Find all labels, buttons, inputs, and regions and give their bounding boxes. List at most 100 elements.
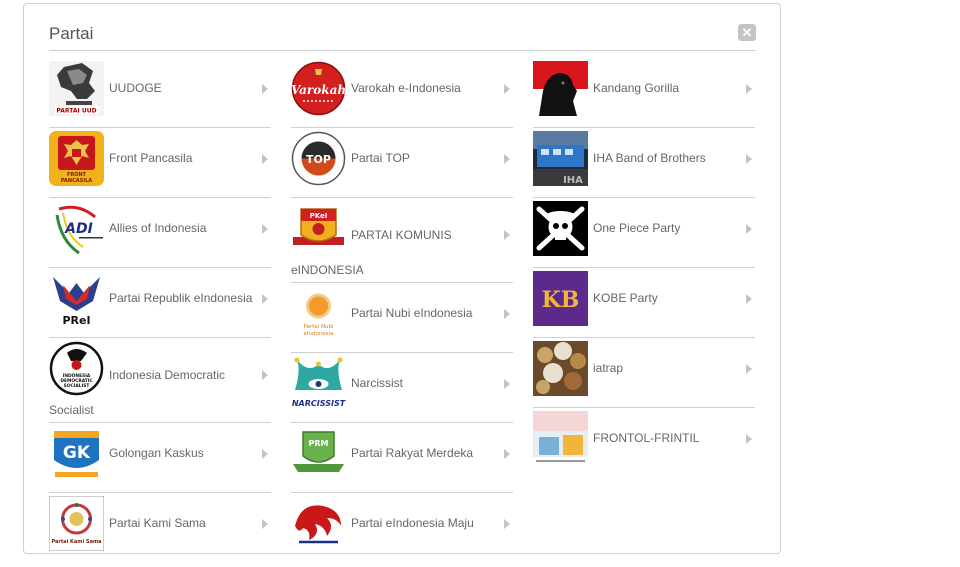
svg-text:PARTAI UUD: PARTAI UUD (56, 108, 96, 115)
chevron-right-icon (262, 519, 268, 529)
kandang-gorilla-logo-icon (533, 61, 588, 116)
party-column-2: Varokah Varokah e-Indonesia TOP Partai T… (291, 58, 513, 563)
close-button[interactable]: ✕ (738, 24, 756, 41)
party-label: Partai Rakyat Merdeka (351, 446, 474, 460)
party-label: KOBE Party (593, 291, 658, 305)
svg-text:eIndonesia: eIndonesia (304, 331, 334, 337)
party-item-iatrap[interactable]: iatrap (533, 338, 755, 408)
iatrap-logo-icon (533, 341, 588, 396)
chevron-right-icon (262, 370, 268, 380)
party-item-partai-rakyat-merdeka[interactable]: PRM Partai Rakyat Merdeka (291, 423, 513, 493)
party-label: iatrap (593, 361, 624, 375)
front-pancasila-logo-icon: FRONT PANCASILA (49, 131, 104, 186)
chevron-right-icon (504, 84, 510, 94)
partai-kami-sama-logo-icon: Partai Kami Sama (49, 496, 104, 551)
chevron-right-icon (504, 449, 510, 459)
narcissist-logo-icon: NARCISSIST (291, 356, 346, 411)
partai-nubi-logo-icon: Partai Nubi eIndonesia (291, 286, 346, 341)
party-label: Front Pancasila (109, 151, 193, 165)
svg-text:PRM: PRM (309, 439, 329, 448)
chevron-right-icon (504, 309, 510, 319)
svg-text:Partai Kami Sama: Partai Kami Sama (51, 539, 101, 545)
chevron-right-icon (504, 519, 510, 529)
chevron-right-icon (746, 434, 752, 444)
chevron-right-icon (746, 294, 752, 304)
chevron-right-icon (504, 230, 510, 240)
svg-text:PReI: PReI (62, 314, 90, 326)
title-divider (49, 50, 756, 51)
party-item-narcissist[interactable]: NARCISSIST Narcissist (291, 353, 513, 423)
iha-band-of-brothers-logo-icon: IHA (533, 131, 588, 186)
party-item-partai-nubi[interactable]: Partai Nubi eIndonesia Partai Nubi eIndo… (291, 283, 513, 353)
party-item-allies-of-indonesia[interactable]: ADI Allies of Indonesia (49, 198, 271, 268)
party-item-uudoge[interactable]: PARTAI UUD UUDOGE (49, 58, 271, 128)
party-label: FRONTOL-FRINTIL (593, 431, 700, 445)
svg-text:IHA: IHA (563, 175, 583, 186)
party-column-1: PARTAI UUD UUDOGE FRONT PANCASILA Front … (49, 58, 271, 563)
party-item-frontol-frintil[interactable]: FRONTOL-FRINTIL (533, 408, 755, 478)
party-label: IHA Band of Brothers (593, 151, 706, 165)
one-piece-party-logo-icon (533, 201, 588, 256)
party-list-panel: Partai ✕ PARTAI UUD UUDOGE FRONT PANCASI… (23, 3, 781, 554)
party-item-partai-top[interactable]: TOP Partai TOP (291, 128, 513, 198)
party-label: PARTAI KOMUNIS eINDONESIA (291, 228, 452, 277)
chevron-right-icon (262, 294, 268, 304)
chevron-right-icon (746, 84, 752, 94)
svg-text:TOP: TOP (306, 153, 331, 166)
chevron-right-icon (262, 84, 268, 94)
party-item-partai-kami-sama[interactable]: Partai Kami Sama Partai Kami Sama (49, 493, 271, 563)
party-item-indonesia-democratic-socialist[interactable]: INDONESIA DEMOCRATIC SOCIALIST Indonesia… (49, 338, 271, 423)
svg-text:KB: KB (542, 287, 580, 313)
uudoge-logo-icon: PARTAI UUD (49, 61, 104, 116)
party-label: Partai Kami Sama (109, 516, 206, 530)
party-item-varokah[interactable]: Varokah Varokah e-Indonesia (291, 58, 513, 128)
partai-top-logo-icon: TOP (291, 131, 346, 186)
party-item-partai-eindonesia-maju[interactable]: Partai eIndonesia Maju (291, 493, 513, 563)
party-label: Partai TOP (351, 151, 410, 165)
party-label: Indonesia Democratic Socialist (49, 368, 226, 417)
chevron-right-icon (262, 224, 268, 234)
varokah-logo-icon: Varokah (291, 61, 346, 116)
chevron-right-icon (262, 154, 268, 164)
golongan-kaskus-logo-icon: GK (49, 426, 104, 481)
party-item-golongan-kaskus[interactable]: GK Golongan Kaskus (49, 423, 271, 493)
svg-text:NARCISSIST: NARCISSIST (292, 399, 346, 408)
party-item-partai-komunis[interactable]: PKeI PARTAI KOMUNIS eINDONESIA (291, 198, 513, 283)
chevron-right-icon (746, 364, 752, 374)
chevron-right-icon (746, 154, 752, 164)
allies-of-indonesia-logo-icon: ADI (49, 201, 104, 256)
party-item-iha-band-of-brothers[interactable]: IHA IHA Band of Brothers (533, 128, 755, 198)
svg-text:GK: GK (63, 443, 91, 463)
party-item-partai-republik[interactable]: PReI Partai Republik eIndonesia (49, 268, 271, 338)
party-column-3: Kandang Gorilla IHA IHA Band of Brothers (533, 58, 755, 478)
svg-text:Varokah: Varokah (291, 83, 346, 97)
partai-republik-logo-icon: PReI (49, 271, 104, 326)
party-label: Allies of Indonesia (109, 221, 207, 235)
party-item-kandang-gorilla[interactable]: Kandang Gorilla (533, 58, 755, 128)
chevron-right-icon (504, 154, 510, 164)
party-label: UUDOGE (109, 81, 162, 95)
svg-text:Partai Nubi: Partai Nubi (303, 324, 334, 330)
party-item-front-pancasila[interactable]: FRONT PANCASILA Front Pancasila (49, 128, 271, 198)
party-item-one-piece-party[interactable]: One Piece Party (533, 198, 755, 268)
party-item-kobe-party[interactable]: KB KOBE Party (533, 268, 755, 338)
kobe-party-logo-icon: KB (533, 271, 588, 326)
svg-text:ADI: ADI (64, 221, 93, 237)
chevron-right-icon (262, 449, 268, 459)
chevron-right-icon (746, 224, 752, 234)
close-icon: ✕ (741, 25, 753, 40)
svg-text:PANCASILA: PANCASILA (61, 178, 92, 184)
party-label: Varokah e-Indonesia (351, 81, 461, 95)
chevron-right-icon (504, 379, 510, 389)
party-label: Partai eIndonesia Maju (351, 516, 474, 530)
party-label: Narcissist (351, 376, 404, 390)
partai-rakyat-merdeka-logo-icon: PRM (291, 426, 346, 481)
party-label: Partai Republik eIndonesia (109, 291, 253, 305)
frontol-frintil-logo-icon (533, 411, 588, 466)
party-label: Golongan Kaskus (109, 446, 204, 460)
panel-title: Partai (49, 24, 94, 43)
party-label: Kandang Gorilla (593, 81, 680, 95)
party-label: One Piece Party (593, 221, 681, 235)
party-label: Partai Nubi eIndonesia (351, 306, 473, 320)
partai-eindonesia-maju-logo-icon (291, 496, 346, 551)
